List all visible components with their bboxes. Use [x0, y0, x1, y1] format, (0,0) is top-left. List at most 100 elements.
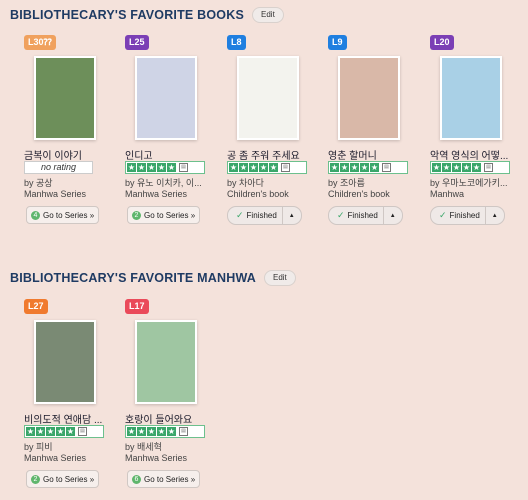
level-badge: L30⁇: [24, 35, 56, 50]
series-count-badge: 2: [31, 474, 40, 484]
finished-label: Finished: [246, 211, 277, 220]
star-icon[interactable]: ★: [249, 163, 258, 172]
series-count-badge: 2: [132, 210, 141, 220]
cover-art: [36, 58, 94, 138]
cover-art: [137, 58, 195, 138]
book-cover[interactable]: [338, 56, 400, 140]
book-title[interactable]: 악역 영식의 어떻...: [430, 147, 528, 162]
star-rating[interactable]: ★ ★ ★ ★ ★ ▤: [430, 161, 510, 174]
finished-label: Finished: [347, 211, 378, 220]
star-rating[interactable]: ★ ★ ★ ★ ★ ▤: [328, 161, 408, 174]
star-icon[interactable]: ★: [66, 427, 75, 436]
star-icon[interactable]: ★: [432, 163, 441, 172]
star-icon[interactable]: ★: [269, 163, 278, 172]
book-cover[interactable]: [34, 320, 96, 404]
star-icon[interactable]: ★: [167, 163, 176, 172]
cover-art: [340, 58, 398, 138]
star-icon[interactable]: ★: [137, 163, 146, 172]
star-icon[interactable]: ★: [157, 427, 166, 436]
star-icon[interactable]: ★: [26, 427, 35, 436]
review-icon[interactable]: ▤: [78, 427, 87, 436]
book-title[interactable]: 금복이 이야기: [24, 147, 126, 162]
series-count-badge: 6: [132, 474, 141, 484]
go-to-series-button[interactable]: 2 Go to Series »: [127, 206, 201, 224]
go-to-series-button[interactable]: 2 Go to Series »: [26, 470, 100, 488]
book-cover[interactable]: [34, 56, 96, 140]
series-count-badge: 4: [31, 210, 40, 220]
check-icon: ✓: [337, 210, 345, 220]
star-icon[interactable]: ★: [56, 427, 65, 436]
level-badge: L9: [328, 35, 347, 50]
star-icon[interactable]: ★: [462, 163, 471, 172]
book-cover[interactable]: [237, 56, 299, 140]
star-rating[interactable]: ★ ★ ★ ★ ★ ▤: [24, 425, 104, 438]
go-to-series-button[interactable]: 6 Go to Series »: [127, 470, 201, 488]
book-author: by 차아다: [227, 178, 264, 188]
go-to-series-label: Go to Series »: [43, 474, 95, 484]
star-icon[interactable]: ★: [147, 163, 156, 172]
star-icon[interactable]: ★: [127, 427, 136, 436]
go-to-series-label: Go to Series »: [144, 210, 196, 220]
book-type: Manhwa: [430, 189, 465, 199]
caret-up-icon[interactable]: ▲: [486, 213, 504, 219]
star-icon[interactable]: ★: [350, 163, 359, 172]
star-icon[interactable]: ★: [472, 163, 481, 172]
star-icon[interactable]: ★: [46, 427, 55, 436]
star-rating[interactable]: ★ ★ ★ ★ ★ ▤: [227, 161, 307, 174]
book-title[interactable]: 영춘 할머니: [328, 147, 430, 162]
finished-button[interactable]: ✓ Finished ▲: [430, 206, 505, 225]
review-icon[interactable]: ▤: [179, 163, 188, 172]
section-title: BIBLIOTHECARY'S FAVORITE BOOKS: [10, 8, 244, 22]
go-to-series-button[interactable]: 4 Go to Series »: [26, 206, 100, 224]
review-icon[interactable]: ▤: [484, 163, 493, 172]
check-icon: ✓: [236, 210, 244, 220]
star-icon[interactable]: ★: [442, 163, 451, 172]
star-icon[interactable]: ★: [36, 427, 45, 436]
review-icon[interactable]: ▤: [281, 163, 290, 172]
star-icon[interactable]: ★: [157, 163, 166, 172]
star-icon[interactable]: ★: [370, 163, 379, 172]
book-title[interactable]: 공 좀 주워 주세요: [227, 147, 329, 162]
check-icon: ✓: [439, 210, 447, 220]
review-icon[interactable]: ▤: [382, 163, 391, 172]
book-author: by 피비: [24, 442, 53, 452]
level-badge: L27: [24, 299, 48, 314]
caret-up-icon[interactable]: ▲: [283, 213, 301, 219]
star-icon[interactable]: ★: [452, 163, 461, 172]
book-cover[interactable]: [440, 56, 502, 140]
finished-button[interactable]: ✓ Finished ▲: [227, 206, 302, 225]
star-rating[interactable]: ★ ★ ★ ★ ★ ▤: [125, 161, 205, 174]
star-icon[interactable]: ★: [259, 163, 268, 172]
review-icon[interactable]: ▤: [179, 427, 188, 436]
book-author: by 공상: [24, 178, 53, 188]
book-type: Manhwa Series: [125, 189, 188, 199]
star-icon[interactable]: ★: [229, 163, 238, 172]
book-type: Manhwa Series: [125, 453, 188, 463]
star-icon[interactable]: ★: [330, 163, 339, 172]
level-badge: L8: [227, 35, 246, 50]
level-badge: L25: [125, 35, 149, 50]
star-icon[interactable]: ★: [167, 427, 176, 436]
finished-button[interactable]: ✓ Finished ▲: [328, 206, 403, 225]
edit-button[interactable]: Edit: [252, 7, 284, 23]
book-cover[interactable]: [135, 56, 197, 140]
book-cover[interactable]: [135, 320, 197, 404]
book-title[interactable]: 비의도적 연애담 ...: [24, 411, 126, 426]
star-icon[interactable]: ★: [239, 163, 248, 172]
section-header-manhwa: BIBLIOTHECARY'S FAVORITE MANHWA Edit: [10, 270, 296, 286]
star-icon[interactable]: ★: [360, 163, 369, 172]
star-icon[interactable]: ★: [340, 163, 349, 172]
edit-button[interactable]: Edit: [263, 270, 296, 286]
caret-up-icon[interactable]: ▲: [384, 213, 402, 219]
cover-art: [442, 58, 500, 138]
star-icon[interactable]: ★: [137, 427, 146, 436]
book-title[interactable]: 인디고: [125, 147, 227, 162]
book-type: Manhwa Series: [24, 189, 87, 199]
star-rating[interactable]: ★ ★ ★ ★ ★ ▤: [125, 425, 205, 438]
book-title[interactable]: 호랑이 들어와요: [125, 411, 227, 426]
book-author: by 배세혁: [125, 442, 162, 452]
star-icon[interactable]: ★: [147, 427, 156, 436]
no-rating-label: no rating: [24, 161, 93, 174]
cover-art: [239, 58, 297, 138]
star-icon[interactable]: ★: [127, 163, 136, 172]
